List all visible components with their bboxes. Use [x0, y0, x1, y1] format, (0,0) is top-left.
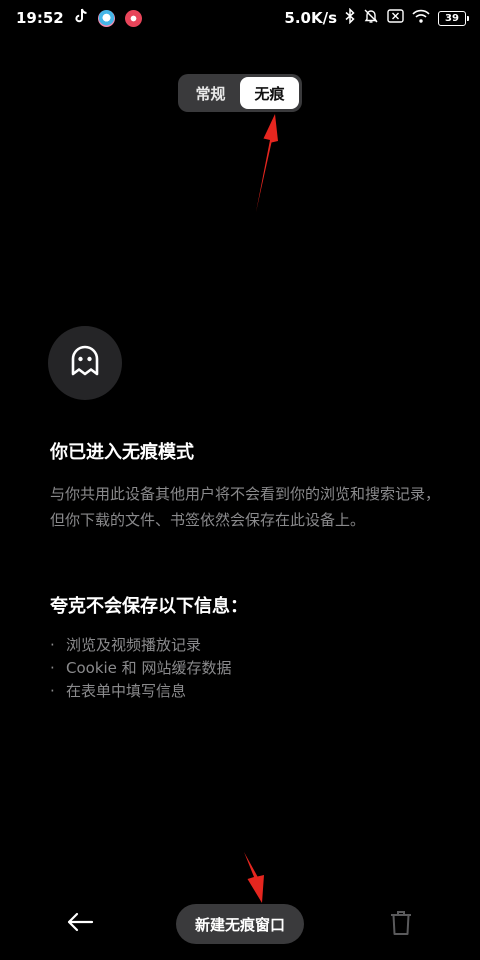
list-item: 在表单中填写信息 — [50, 680, 231, 703]
new-incognito-window-button[interactable]: 新建无痕窗口 — [176, 904, 304, 944]
bottom-bar: 新建无痕窗口 — [0, 890, 480, 960]
ghost-icon — [70, 345, 100, 381]
tiktok-icon — [74, 8, 88, 28]
mute-bell-icon — [363, 8, 379, 28]
list-item: 浏览及视频播放记录 — [50, 634, 231, 657]
wifi-icon — [412, 9, 430, 27]
battery-icon: 39 — [438, 10, 469, 26]
mode-option-normal[interactable]: 常规 — [181, 77, 240, 109]
annotation-arrows — [244, 114, 278, 903]
status-bar-right: 5.0K/s 39 — [276, 7, 469, 28]
back-button[interactable] — [60, 908, 100, 940]
mode-toggle[interactable]: 常规 无痕 — [178, 74, 302, 112]
network-speed: 5.0K/s — [284, 9, 337, 27]
no-sim-icon — [387, 9, 404, 27]
trash-icon — [390, 910, 412, 940]
not-saved-title: 夸克不会保存以下信息： — [50, 596, 248, 617]
back-arrow-icon — [66, 911, 94, 937]
music-app-icon — [124, 9, 142, 27]
bluetooth-icon — [345, 7, 355, 28]
app-icon — [97, 9, 115, 27]
mode-option-incognito[interactable]: 无痕 — [240, 77, 299, 109]
trash-button[interactable] — [384, 908, 418, 942]
incognito-description: 与你共用此设备其他用户将不会看到你的浏览和搜索记录，但你下载的文件、书签依然会保… — [50, 485, 441, 529]
status-bar-left: 19:52 — [16, 8, 152, 28]
status-time: 19:52 — [16, 9, 64, 27]
list-item: Cookie 和 网站缓存数据 — [50, 657, 231, 680]
ghost-badge — [48, 326, 122, 400]
not-saved-list: 浏览及视频播放记录 Cookie 和 网站缓存数据 在表单中填写信息 — [50, 634, 231, 703]
incognito-title: 你已进入无痕模式 — [50, 442, 194, 463]
status-bar: 19:52 5.0K/s 39 — [0, 0, 480, 36]
annotation-arrow-up — [256, 114, 278, 212]
